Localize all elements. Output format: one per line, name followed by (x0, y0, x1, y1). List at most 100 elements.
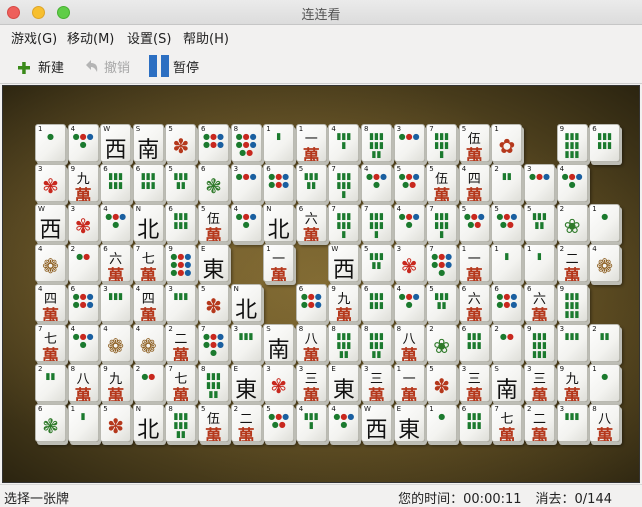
mahjong-tile[interactable]: 6 ▮▮▮ ▮▮▮ (589, 124, 621, 162)
mahjong-tile[interactable]: 6 ▮▮▮ ▮▮▮ (458, 324, 490, 362)
mahjong-tile[interactable]: 5 ✽ (100, 404, 132, 442)
mahjong-tile[interactable]: 4 ●●● ● (361, 164, 392, 202)
mahjong-tile[interactable]: 9九萬 (328, 284, 360, 322)
mahjong-tile[interactable]: 5伍萬 (198, 204, 229, 242)
mahjong-tile[interactable]: 3 ▮▮▮ (165, 284, 197, 322)
mahjong-tile[interactable]: 8八萬 (393, 324, 425, 362)
mahjong-tile[interactable]: 3三萬 (524, 364, 555, 402)
mahjong-tile[interactable]: W西 (35, 204, 66, 242)
mahjong-tile[interactable]: N北 (132, 204, 164, 242)
mahjong-tile[interactable]: 1 ▮ (263, 124, 295, 162)
mahjong-tile[interactable]: 7 ▮▮▮ ▮▮▮ ▮ (426, 124, 458, 162)
mahjong-tile[interactable]: 6 ❃ (198, 164, 229, 202)
mahjong-tile[interactable]: E東 (393, 404, 425, 442)
mahjong-tile[interactable]: 4四萬 (35, 284, 66, 322)
mahjong-tile[interactable]: 7 ▮▮▮ ▮▮▮ ▮ (328, 204, 360, 242)
mahjong-tile[interactable]: 3 ▮▮▮ (230, 324, 262, 362)
mahjong-tile[interactable]: 4 ❁ (589, 244, 621, 282)
mahjong-tile[interactable]: 3 ✾ (263, 364, 295, 402)
mahjong-tile[interactable]: 5 ▮▮▮ ▮▮ (426, 284, 458, 322)
mahjong-tile[interactable]: 6 ●●● ●●● (491, 284, 523, 322)
mahjong-tile[interactable]: 7 ●●● ●●● ● (426, 244, 458, 282)
mahjong-tile[interactable]: 8 ▮▮▮ ▮▮▮ ▮▮ (328, 324, 360, 362)
menu-settings[interactable]: 设置(S) (127, 28, 171, 47)
mahjong-tile[interactable]: 2二萬 (230, 404, 262, 442)
mahjong-tile[interactable]: 1一萬 (393, 364, 425, 402)
mahjong-tile[interactable]: W西 (361, 404, 392, 442)
mahjong-tile[interactable]: 3 ▮▮▮ (556, 404, 588, 442)
mahjong-tile[interactable]: 2 ❀ (426, 324, 458, 362)
mahjong-tile[interactable]: 4 ❁ (35, 244, 66, 282)
mahjong-tile[interactable]: 1 ● (35, 124, 66, 162)
mahjong-tile[interactable]: E東 (328, 364, 360, 402)
mahjong-tile[interactable]: 6 ▮▮▮ ▮▮▮ (361, 284, 392, 322)
mahjong-tile[interactable]: 4四萬 (132, 284, 164, 322)
mahjong-tile[interactable]: N北 (230, 284, 262, 322)
mahjong-tile[interactable]: 2 ●● (67, 244, 99, 282)
mahjong-tile[interactable]: 3 ▮▮▮ (556, 324, 588, 362)
mahjong-tile[interactable]: 2 ●● (491, 324, 523, 362)
mahjong-tile[interactable]: 3 ✾ (393, 244, 425, 282)
mahjong-tile[interactable]: 6 ●●● ●●● (67, 284, 99, 322)
mahjong-tile[interactable]: 5 ●●● ●● (491, 204, 523, 242)
mahjong-tile[interactable]: 6 ▮▮▮ ▮▮▮ (458, 404, 490, 442)
menu-help[interactable]: 帮助(H) (183, 28, 229, 47)
mahjong-tile[interactable]: 3 ●●● (230, 164, 262, 202)
mahjong-tile[interactable]: 7七萬 (491, 404, 523, 442)
mahjong-tile[interactable]: 6六萬 (524, 284, 555, 322)
mahjong-tile[interactable]: 5 ✽ (426, 364, 458, 402)
mahjong-tile[interactable]: 9九萬 (556, 364, 588, 402)
menu-game[interactable]: 游戏(G) (11, 28, 57, 47)
mahjong-tile[interactable]: 8 ▮▮▮ ▮▮▮ ▮▮ (198, 364, 229, 402)
mahjong-tile[interactable]: 4 ●●● ● (328, 404, 360, 442)
mahjong-tile[interactable]: 5 ●●● ●● (263, 404, 295, 442)
mahjong-tile[interactable]: 9 ▮▮▮ ▮▮▮ ▮▮▮ (524, 324, 555, 362)
mahjong-tile[interactable]: 5 ●●● ●● (393, 164, 425, 202)
mahjong-tile[interactable]: 4 ▮▮▮ ▮ (328, 124, 360, 162)
mahjong-tile[interactable]: 5 ▮▮▮ ▮▮ (295, 164, 327, 202)
mahjong-tile[interactable]: E東 (230, 364, 262, 402)
mahjong-tile[interactable]: 5 ▮▮▮ ▮▮ (165, 164, 197, 202)
mahjong-tile[interactable]: 3 ●●● (524, 164, 555, 202)
mahjong-tile[interactable]: 6六萬 (458, 284, 490, 322)
undo-button[interactable]: 撤销 (82, 55, 130, 77)
mahjong-tile[interactable]: 4 ●●● ● (393, 204, 425, 242)
mahjong-tile[interactable]: S南 (491, 364, 523, 402)
mahjong-tile[interactable]: 2 ●● (132, 364, 164, 402)
mahjong-tile[interactable]: W西 (328, 244, 360, 282)
mahjong-tile[interactable]: E東 (198, 244, 229, 282)
mahjong-tile[interactable]: 7七萬 (165, 364, 197, 402)
mahjong-tile[interactable]: 6六萬 (100, 244, 132, 282)
mahjong-tile[interactable]: 7 ▮▮▮ ▮▮▮ ▮ (328, 164, 360, 202)
mahjong-tile[interactable]: 3三萬 (458, 364, 490, 402)
mahjong-tile[interactable]: 9 ▮▮▮ ▮▮▮ ▮▮▮ (556, 284, 588, 322)
mahjong-tile[interactable]: 4 ●●● ● (230, 204, 262, 242)
mahjong-tile[interactable]: 9九萬 (100, 364, 132, 402)
mahjong-tile[interactable]: 4 ●●● ● (556, 164, 588, 202)
mahjong-tile[interactable]: 6 ●●● ●●● (295, 284, 327, 322)
mahjong-tile[interactable]: 1一萬 (295, 124, 327, 162)
mahjong-tile[interactable]: 5 ▮▮▮ ▮▮ (524, 204, 555, 242)
mahjong-tile[interactable]: 8 ▮▮▮ ▮▮▮ ▮▮ (361, 124, 392, 162)
mahjong-tile[interactable]: 2 ▮▮ (35, 364, 66, 402)
mahjong-tile[interactable]: 6 ●●● ●●● (263, 164, 295, 202)
mahjong-tile[interactable]: 6 ●●● ●●● (198, 124, 229, 162)
mahjong-tile[interactable]: 1 ▮ (67, 404, 99, 442)
mahjong-tile[interactable]: 4 ❁ (100, 324, 132, 362)
mahjong-tile[interactable]: 4 ●●● ● (100, 204, 132, 242)
mahjong-tile[interactable]: N北 (132, 404, 164, 442)
mahjong-tile[interactable]: 3 ✾ (67, 204, 99, 242)
mahjong-tile[interactable]: 7七萬 (35, 324, 66, 362)
mahjong-tile[interactable]: 3 ▮▮▮ (100, 284, 132, 322)
mahjong-tile[interactable]: 7七萬 (132, 244, 164, 282)
mahjong-tile[interactable]: 4四萬 (458, 164, 490, 202)
mahjong-tile[interactable]: 8八萬 (67, 364, 99, 402)
mahjong-tile[interactable]: 4 ●●● ● (67, 324, 99, 362)
mahjong-tile[interactable]: 8 ▮▮▮ ▮▮▮ ▮▮ (165, 404, 197, 442)
mahjong-tile[interactable]: 1 ▮ (491, 244, 523, 282)
mahjong-tile[interactable]: 5 ✽ (165, 124, 197, 162)
mahjong-tile[interactable]: 5伍萬 (426, 164, 458, 202)
mahjong-tile[interactable]: 9 ▮▮▮ ▮▮▮ ▮▮▮ (556, 124, 588, 162)
mahjong-tile[interactable]: 1 ▮ (524, 244, 555, 282)
mahjong-tile[interactable]: 8 ▮▮▮ ▮▮▮ ▮▮ (361, 324, 392, 362)
